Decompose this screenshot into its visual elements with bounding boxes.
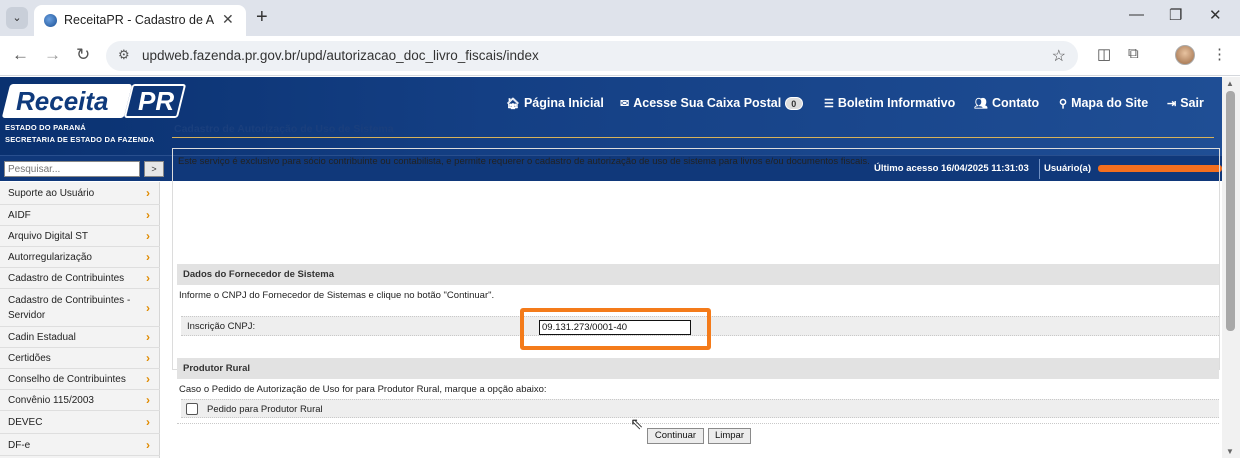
produtor-rural-row: Pedido para Produtor Rural [181,399,1219,418]
sidebar-item-devec[interactable]: DEVEC › [0,411,160,434]
forward-icon[interactable]: → [44,45,61,65]
service-description: Este serviço é exclusivo para sócio cont… [178,156,870,167]
extension-icon[interactable]: ◫ [1097,45,1111,63]
continue-button[interactable]: Continuar [647,428,704,444]
instruction-text-fornecedor: Informe o CNPJ do Fornecedor de Sistemas… [179,290,495,301]
cnpj-label: Inscrição CNPJ: [187,321,256,332]
back-icon[interactable]: ← [12,45,29,65]
site-settings-icon[interactable]: ⚙ [118,47,130,63]
nav-mailbox[interactable]: ✉ Acesse Sua Caixa Postal 0 [620,96,803,110]
site-search-input[interactable] [4,161,140,177]
page-title: Cadastro de Autorização de Uso de Sistem… [174,123,394,135]
close-window-icon[interactable]: ✕ [1209,6,1222,24]
nav-bulletin[interactable]: ☰ Boletim Informativo [824,96,955,110]
chevron-right-icon: › [146,351,150,365]
state-label: ESTADO DO PARANÁ [5,123,86,132]
section-header-produtor: Produtor Rural [177,358,1219,379]
bookmark-star-icon[interactable]: ☆ [1052,46,1066,66]
puzzle-icon[interactable]: ⧉ [1128,45,1139,62]
sidebar-item-arquivo-digital[interactable]: Arquivo Digital ST › [0,226,160,247]
scrollbar-thumb[interactable] [1226,91,1235,331]
sign-out-icon: ⇥ [1167,98,1177,110]
page-scrollbar[interactable]: ▲ ▼ [1222,77,1240,458]
scroll-up-icon[interactable]: ▲ [1226,79,1234,88]
nav-exit[interactable]: ⇥ Sair [1167,96,1204,110]
chevron-right-icon: › [146,271,150,285]
nav-contact[interactable]: 👥︎ Contato [974,96,1039,110]
sidebar-item-conselho[interactable]: Conselho de Contribuintes › [0,369,160,390]
scroll-down-icon[interactable]: ▼ [1226,447,1234,456]
new-tab-icon[interactable]: + [256,6,268,29]
home-icon: 🏠︎ [506,98,520,110]
divider [177,423,1219,424]
sidebar-menu: Suporte ao Usuário › AIDF › Arquivo Digita… [0,182,160,458]
envelope-icon: ✉ [620,98,630,110]
browser-tab-bar: ⌄ ReceitaPR - Cadastro de Autoriz ✕ + — … [0,0,1240,36]
receita-pr-logo[interactable]: Receita PR [1,84,187,120]
produtor-rural-label: Pedido para Produtor Rural [207,404,323,415]
browser-toolbar: ← → ↻ ⚙ updweb.fazenda.pr.gov.br/upd/aut… [0,36,1240,76]
chevron-right-icon: › [146,186,150,200]
sidebar-item-cadastro-servidor[interactable]: Cadastro de Contribuintes - Servidor › [0,289,160,327]
section-header-fornecedor: Dados do Fornecedor de Sistema [177,264,1219,285]
nav-sitemap[interactable]: ⚲ Mapa do Site [1059,96,1148,110]
sidebar-item-suporte[interactable]: Suporte ao Usuário › [0,184,160,205]
title-underline [172,137,1214,138]
sidebar-item-cadin[interactable]: Cadin Estadual › [0,327,160,348]
sidebar-item-cadastro-contribuintes[interactable]: Cadastro de Contribuintes › [0,268,160,289]
sidebar-item-autorregularizacao[interactable]: Autorregularização › [0,247,160,268]
produtor-rural-checkbox[interactable] [186,403,198,415]
chevron-right-icon: › [146,208,150,222]
tab-search-chevron-icon[interactable]: ⌄ [6,7,28,29]
sidebar-item-convenio[interactable]: Convênio 115/2003 › [0,390,160,411]
address-bar[interactable]: ⚙ updweb.fazenda.pr.gov.br/upd/autorizac… [106,41,1078,71]
map-marker-icon: ⚲ [1059,98,1068,110]
reload-icon[interactable]: ↻ [76,45,90,65]
secretariat-label: SECRETARIA DE ESTADO DA FAZENDA [5,135,155,144]
restore-icon[interactable]: ❐ [1169,6,1182,24]
chevron-right-icon: › [146,301,150,315]
chevron-right-icon: › [146,250,150,264]
site-search-button[interactable]: > [144,161,164,177]
sidebar-item-aidf[interactable]: AIDF › [0,205,160,226]
chevron-right-icon: › [146,330,150,344]
mailbox-count-badge: 0 [784,97,803,110]
tab-close-icon[interactable]: ✕ [222,11,234,28]
url-text: updweb.fazenda.pr.gov.br/upd/autorizacao… [142,48,539,63]
site-header: Receita PR ESTADO DO PARANÁ SECRETARIA D… [0,77,1222,155]
chevron-right-icon: › [146,393,150,407]
clear-button[interactable]: Limpar [708,428,751,444]
chevron-right-icon: › [146,415,150,429]
instruction-text-produtor: Caso o Pedido de Autorização de Uso for … [179,384,547,395]
sidebar-item-certidoes[interactable]: Certidões › [0,348,160,369]
logo-pr-text: PR [138,86,175,116]
minimize-icon[interactable]: — [1129,6,1144,23]
tab-title: ReceitaPR - Cadastro de Autoriz [64,13,214,27]
profile-avatar[interactable] [1175,45,1195,65]
nav-home[interactable]: 🏠︎ Página Inicial [506,96,604,110]
browser-tab[interactable]: ReceitaPR - Cadastro de Autoriz ✕ [34,5,246,36]
chevron-right-icon: › [146,372,150,386]
kebab-menu-icon[interactable]: ⋮ [1212,45,1227,63]
list-icon: ☰ [824,98,834,110]
chevron-right-icon: › [146,229,150,243]
highlight-box [520,308,711,350]
users-icon: 👥︎ [974,98,988,110]
sidebar-item-dfe[interactable]: DF-e › [0,434,160,456]
mouse-cursor-icon: ⇖ [630,416,644,433]
chevron-right-icon: › [146,438,150,452]
logo-receita-text: Receita [16,86,109,116]
favicon-icon [44,14,57,27]
